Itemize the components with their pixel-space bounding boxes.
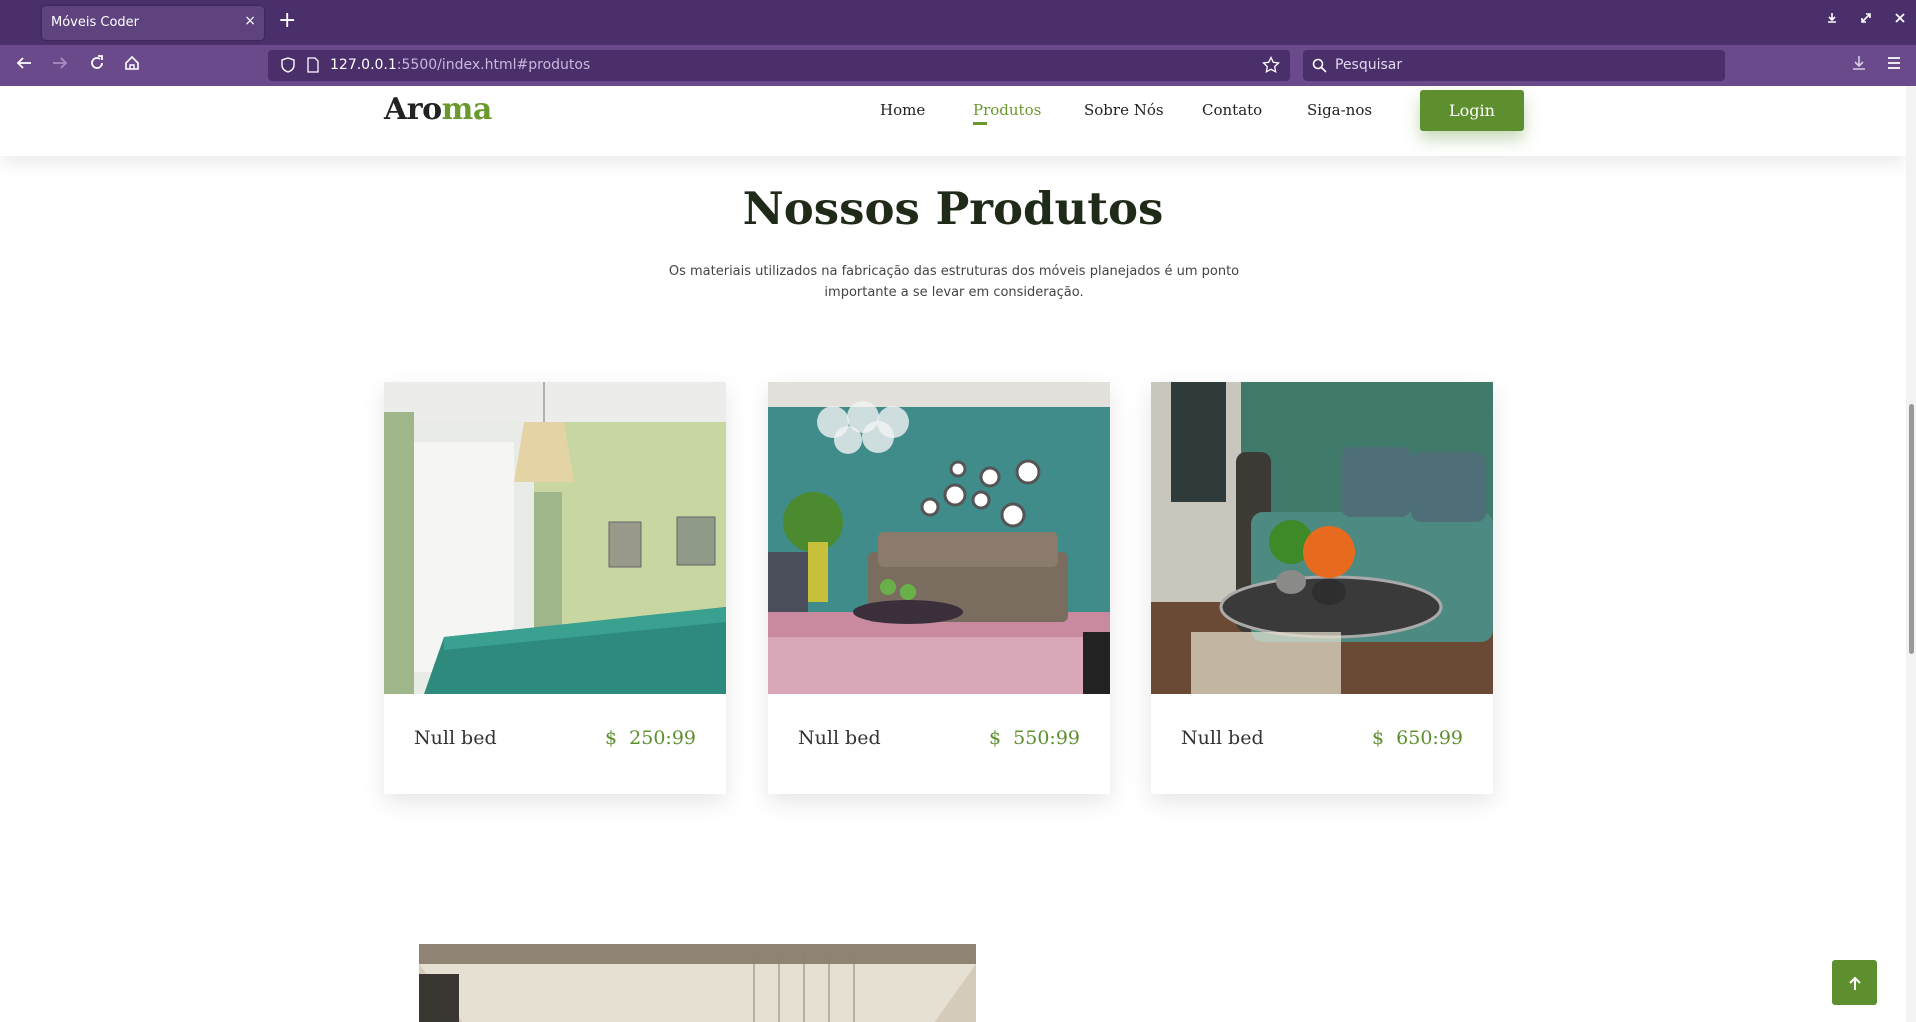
- search-icon: [1312, 58, 1327, 77]
- minimize-icon[interactable]: [1826, 12, 1838, 28]
- nav-contato[interactable]: Contato: [1202, 101, 1262, 119]
- product-price: $ 550:99: [988, 727, 1080, 749]
- product-name: Null bed: [798, 727, 881, 749]
- product-card[interactable]: Null bed $ 650:99: [1151, 382, 1493, 794]
- scroll-to-top-button[interactable]: [1832, 960, 1877, 1005]
- browser-tab-bar: Móveis Coder × +: [0, 0, 1916, 45]
- search-bar[interactable]: Pesquisar: [1303, 50, 1725, 81]
- logo-accent: ma: [441, 92, 493, 127]
- site-header: Aroma Home Produtos Sobre Nós Contato Si…: [0, 86, 1906, 156]
- maximize-icon[interactable]: [1860, 12, 1872, 28]
- product-price: $ 250:99: [604, 727, 696, 749]
- back-icon[interactable]: [15, 54, 33, 77]
- url-host: 127.0.0.1: [330, 57, 397, 73]
- nav-home[interactable]: Home: [880, 101, 925, 119]
- menu-icon[interactable]: [1885, 54, 1903, 77]
- url-text: 127.0.0.1:5500/index.html#produtos: [330, 57, 590, 73]
- product-name: Null bed: [414, 727, 497, 749]
- active-nav-underline: [973, 122, 987, 125]
- section-title: Nossos Produtos: [742, 182, 1164, 235]
- nav-siga-nos[interactable]: Siga-nos: [1307, 101, 1372, 119]
- bookmark-star-icon[interactable]: [1262, 55, 1280, 78]
- product-card[interactable]: Null bed $ 550:99: [768, 382, 1110, 794]
- search-input[interactable]: Pesquisar: [1335, 57, 1402, 73]
- reload-icon[interactable]: [88, 54, 106, 77]
- product-image-bedroom: [384, 382, 726, 694]
- tab-title: Móveis Coder: [51, 15, 140, 30]
- page-icon: [306, 57, 320, 77]
- forward-icon[interactable]: [51, 54, 69, 77]
- nav-sobre-nos[interactable]: Sobre Nós: [1084, 101, 1164, 119]
- product-image-sofa: [1151, 382, 1493, 694]
- section-subtitle: Os materiais utilizados na fabricação da…: [668, 264, 1240, 300]
- product-card[interactable]: Null bed $ 250:99: [384, 382, 726, 794]
- logo[interactable]: Aroma: [384, 92, 492, 127]
- address-bar[interactable]: 127.0.0.1:5500/index.html#produtos: [268, 50, 1290, 81]
- downloads-icon[interactable]: [1850, 54, 1868, 77]
- shield-icon[interactable]: [280, 57, 296, 77]
- close-window-icon[interactable]: [1894, 12, 1906, 28]
- browser-toolbar: 127.0.0.1:5500/index.html#produtos Pesqu…: [0, 45, 1916, 86]
- product-price: $ 650:99: [1371, 727, 1463, 749]
- arrow-up-icon: [1847, 970, 1863, 994]
- logo-main: Aro: [384, 92, 442, 127]
- scrollbar-thumb[interactable]: [1909, 404, 1914, 654]
- close-icon[interactable]: ×: [244, 13, 256, 29]
- url-path: :5500/index.html#produtos: [396, 57, 591, 73]
- login-button[interactable]: Login: [1420, 90, 1524, 131]
- next-section-image: [419, 944, 976, 1022]
- home-icon[interactable]: [123, 54, 141, 77]
- web-page: Aroma Home Produtos Sobre Nós Contato Si…: [0, 86, 1916, 1022]
- product-image-living-room: [768, 382, 1110, 694]
- nav-produtos[interactable]: Produtos: [973, 101, 1041, 119]
- browser-tab[interactable]: Móveis Coder ×: [42, 6, 264, 40]
- new-tab-button[interactable]: +: [278, 10, 296, 32]
- product-name: Null bed: [1181, 727, 1264, 749]
